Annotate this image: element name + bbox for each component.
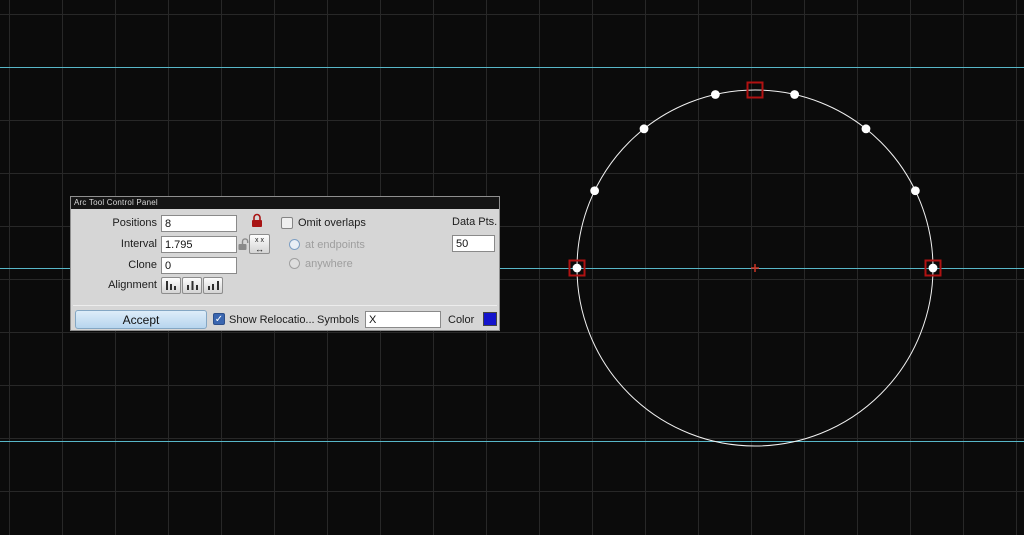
symbols-input[interactable] [365,311,441,328]
align-left-icon [165,280,178,291]
positions-input[interactable] [161,215,237,232]
color-swatch[interactable] [483,312,497,326]
at-endpoints-label: at endpoints [305,238,365,252]
spread-points-button[interactable]: x x ↔ [249,234,270,254]
arc-tool-control-panel: Arc Tool Control Panel Positions Interva… [70,196,500,331]
data-point-marker [862,124,871,133]
clone-input[interactable] [161,257,237,274]
panel-title: Arc Tool Control Panel [74,198,158,207]
align-left-button[interactable] [161,277,181,294]
omit-overlaps-label: Omit overlaps [298,216,366,230]
clone-label: Clone [71,257,157,274]
positions-lock[interactable] [251,213,263,228]
show-relocation-label: Show Relocatio... [229,313,315,327]
data-point-marker [711,90,720,99]
show-relocation-checkbox[interactable]: ✓ [213,313,225,325]
align-center-button[interactable] [182,277,202,294]
color-label: Color [448,313,474,327]
interval-input[interactable] [161,236,237,253]
data-point-marker [590,186,599,195]
data-point-marker [790,90,799,99]
panel-title-bar[interactable]: Arc Tool Control Panel [71,197,499,209]
align-right-icon [207,280,220,291]
workspace-canvas: Arc Tool Control Panel Positions Interva… [0,0,1024,535]
interval-label: Interval [71,236,157,253]
spread-arrow-icon: ↔ [250,245,269,253]
accept-button[interactable]: Accept [75,310,207,329]
interval-lock[interactable] [238,238,249,251]
align-right-button[interactable] [203,277,223,294]
omit-overlaps-checkbox[interactable] [281,217,293,229]
symbols-label: Symbols [317,313,359,327]
data-point-marker [911,186,920,195]
at-endpoints-radio[interactable] [289,239,300,250]
anywhere-radio[interactable] [289,258,300,269]
positions-label: Positions [71,215,157,232]
align-center-icon [186,280,199,291]
lock-open-icon [238,238,249,251]
lock-closed-icon [251,213,263,228]
data-pts-label: Data Pts. [452,215,497,229]
data-point-marker [573,264,582,273]
data-point-marker [929,264,938,273]
panel-divider [73,305,497,306]
data-point-marker [640,124,649,133]
alignment-label: Alignment [71,277,157,294]
anywhere-label: anywhere [305,257,353,271]
data-pts-input[interactable] [452,235,495,252]
